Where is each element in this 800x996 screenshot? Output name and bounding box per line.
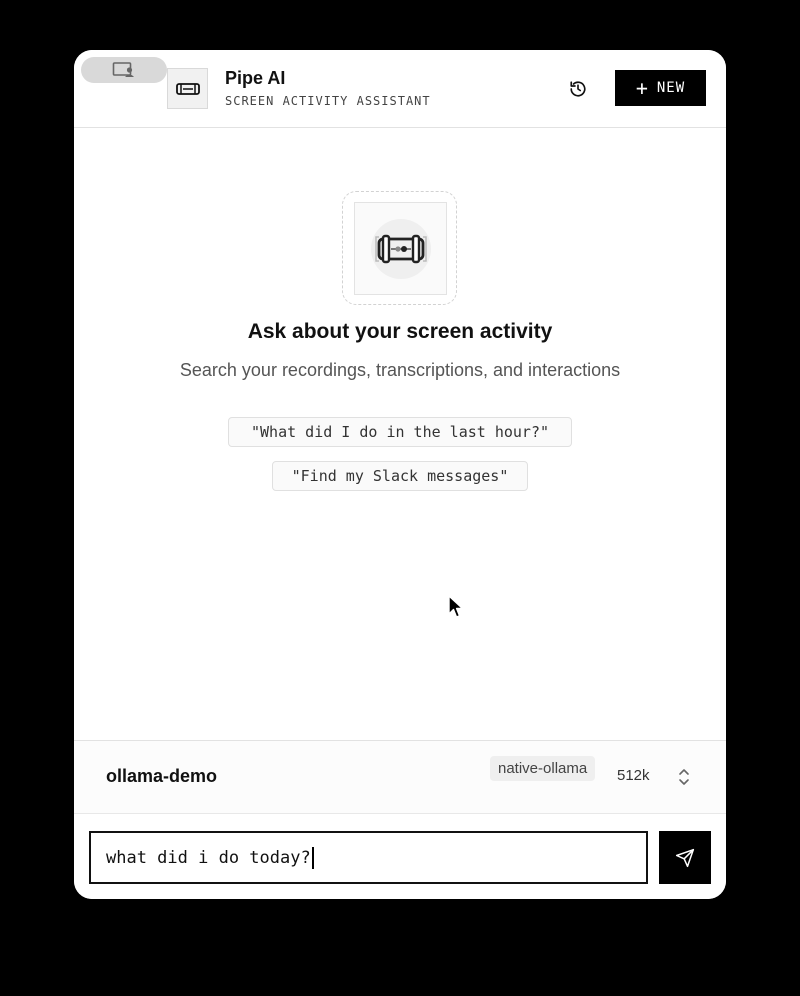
provider-badge: native-ollama: [490, 756, 596, 781]
plus-icon: +: [635, 76, 649, 100]
send-button[interactable]: [659, 831, 711, 884]
preset-name: ollama-demo: [106, 766, 218, 786]
empty-state-illustration: [342, 191, 457, 305]
composer: what did i do today?: [74, 814, 726, 899]
chevron-up-down-icon[interactable]: [674, 765, 694, 789]
illustration-frame: [354, 202, 447, 295]
chat-input-text: what did i do today?: [106, 847, 311, 868]
mouse-pointer-icon: [448, 595, 464, 618]
suggestion-chip[interactable]: "What did I do in the last hour?": [228, 417, 572, 447]
app-subtitle: SCREEN ACTIVITY ASSISTANT: [225, 94, 431, 108]
app-header: Pipe AI SCREEN ACTIVITY ASSISTANT + NEW: [74, 50, 726, 128]
chat-input[interactable]: what did i do today?: [89, 831, 648, 884]
text-caret: [311, 846, 314, 869]
history-icon: [570, 81, 586, 97]
pipe-logo-icon: [175, 82, 200, 95]
pipe-illustration-icon: [370, 218, 431, 279]
history-button[interactable]: [566, 77, 590, 101]
chat-window: Pipe AI SCREEN ACTIVITY ASSISTANT + NEW: [74, 50, 726, 899]
app-logo: [167, 68, 208, 109]
suggestion-chip[interactable]: "Find my Slack messages": [272, 461, 528, 491]
empty-state-title: Ask about your screen activity: [247, 320, 553, 343]
send-icon: [675, 848, 695, 867]
app-title: Pipe AI: [225, 68, 286, 88]
window-mode-toggle[interactable]: [81, 57, 167, 83]
context-size: 512k: [617, 767, 650, 784]
display-user-icon: [112, 62, 134, 77]
new-chat-button[interactable]: + NEW: [615, 70, 706, 106]
model-selector-bar[interactable]: ollama-demo native-ollama 512k: [74, 740, 726, 814]
empty-state-subtitle: Search your recordings, transcriptions, …: [179, 360, 621, 380]
new-chat-label: NEW: [656, 80, 686, 96]
